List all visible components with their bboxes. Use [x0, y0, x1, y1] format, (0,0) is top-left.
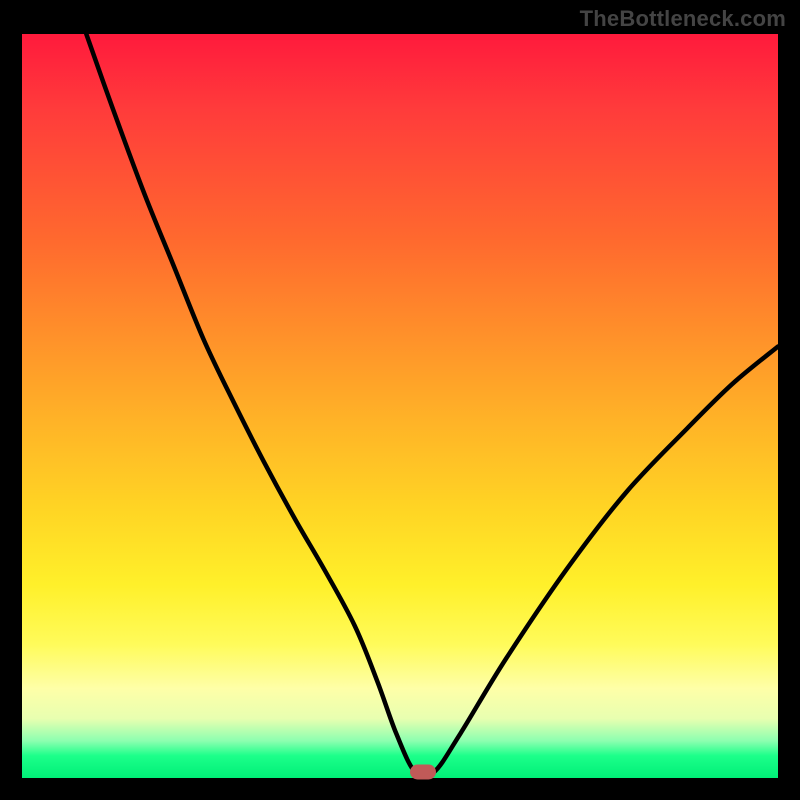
curve-path	[86, 34, 778, 777]
optimal-point-marker	[410, 765, 436, 780]
bottleneck-curve	[22, 34, 778, 778]
watermark-text: TheBottleneck.com	[580, 6, 786, 32]
chart-frame: TheBottleneck.com	[0, 0, 800, 800]
plot-area	[22, 34, 778, 778]
